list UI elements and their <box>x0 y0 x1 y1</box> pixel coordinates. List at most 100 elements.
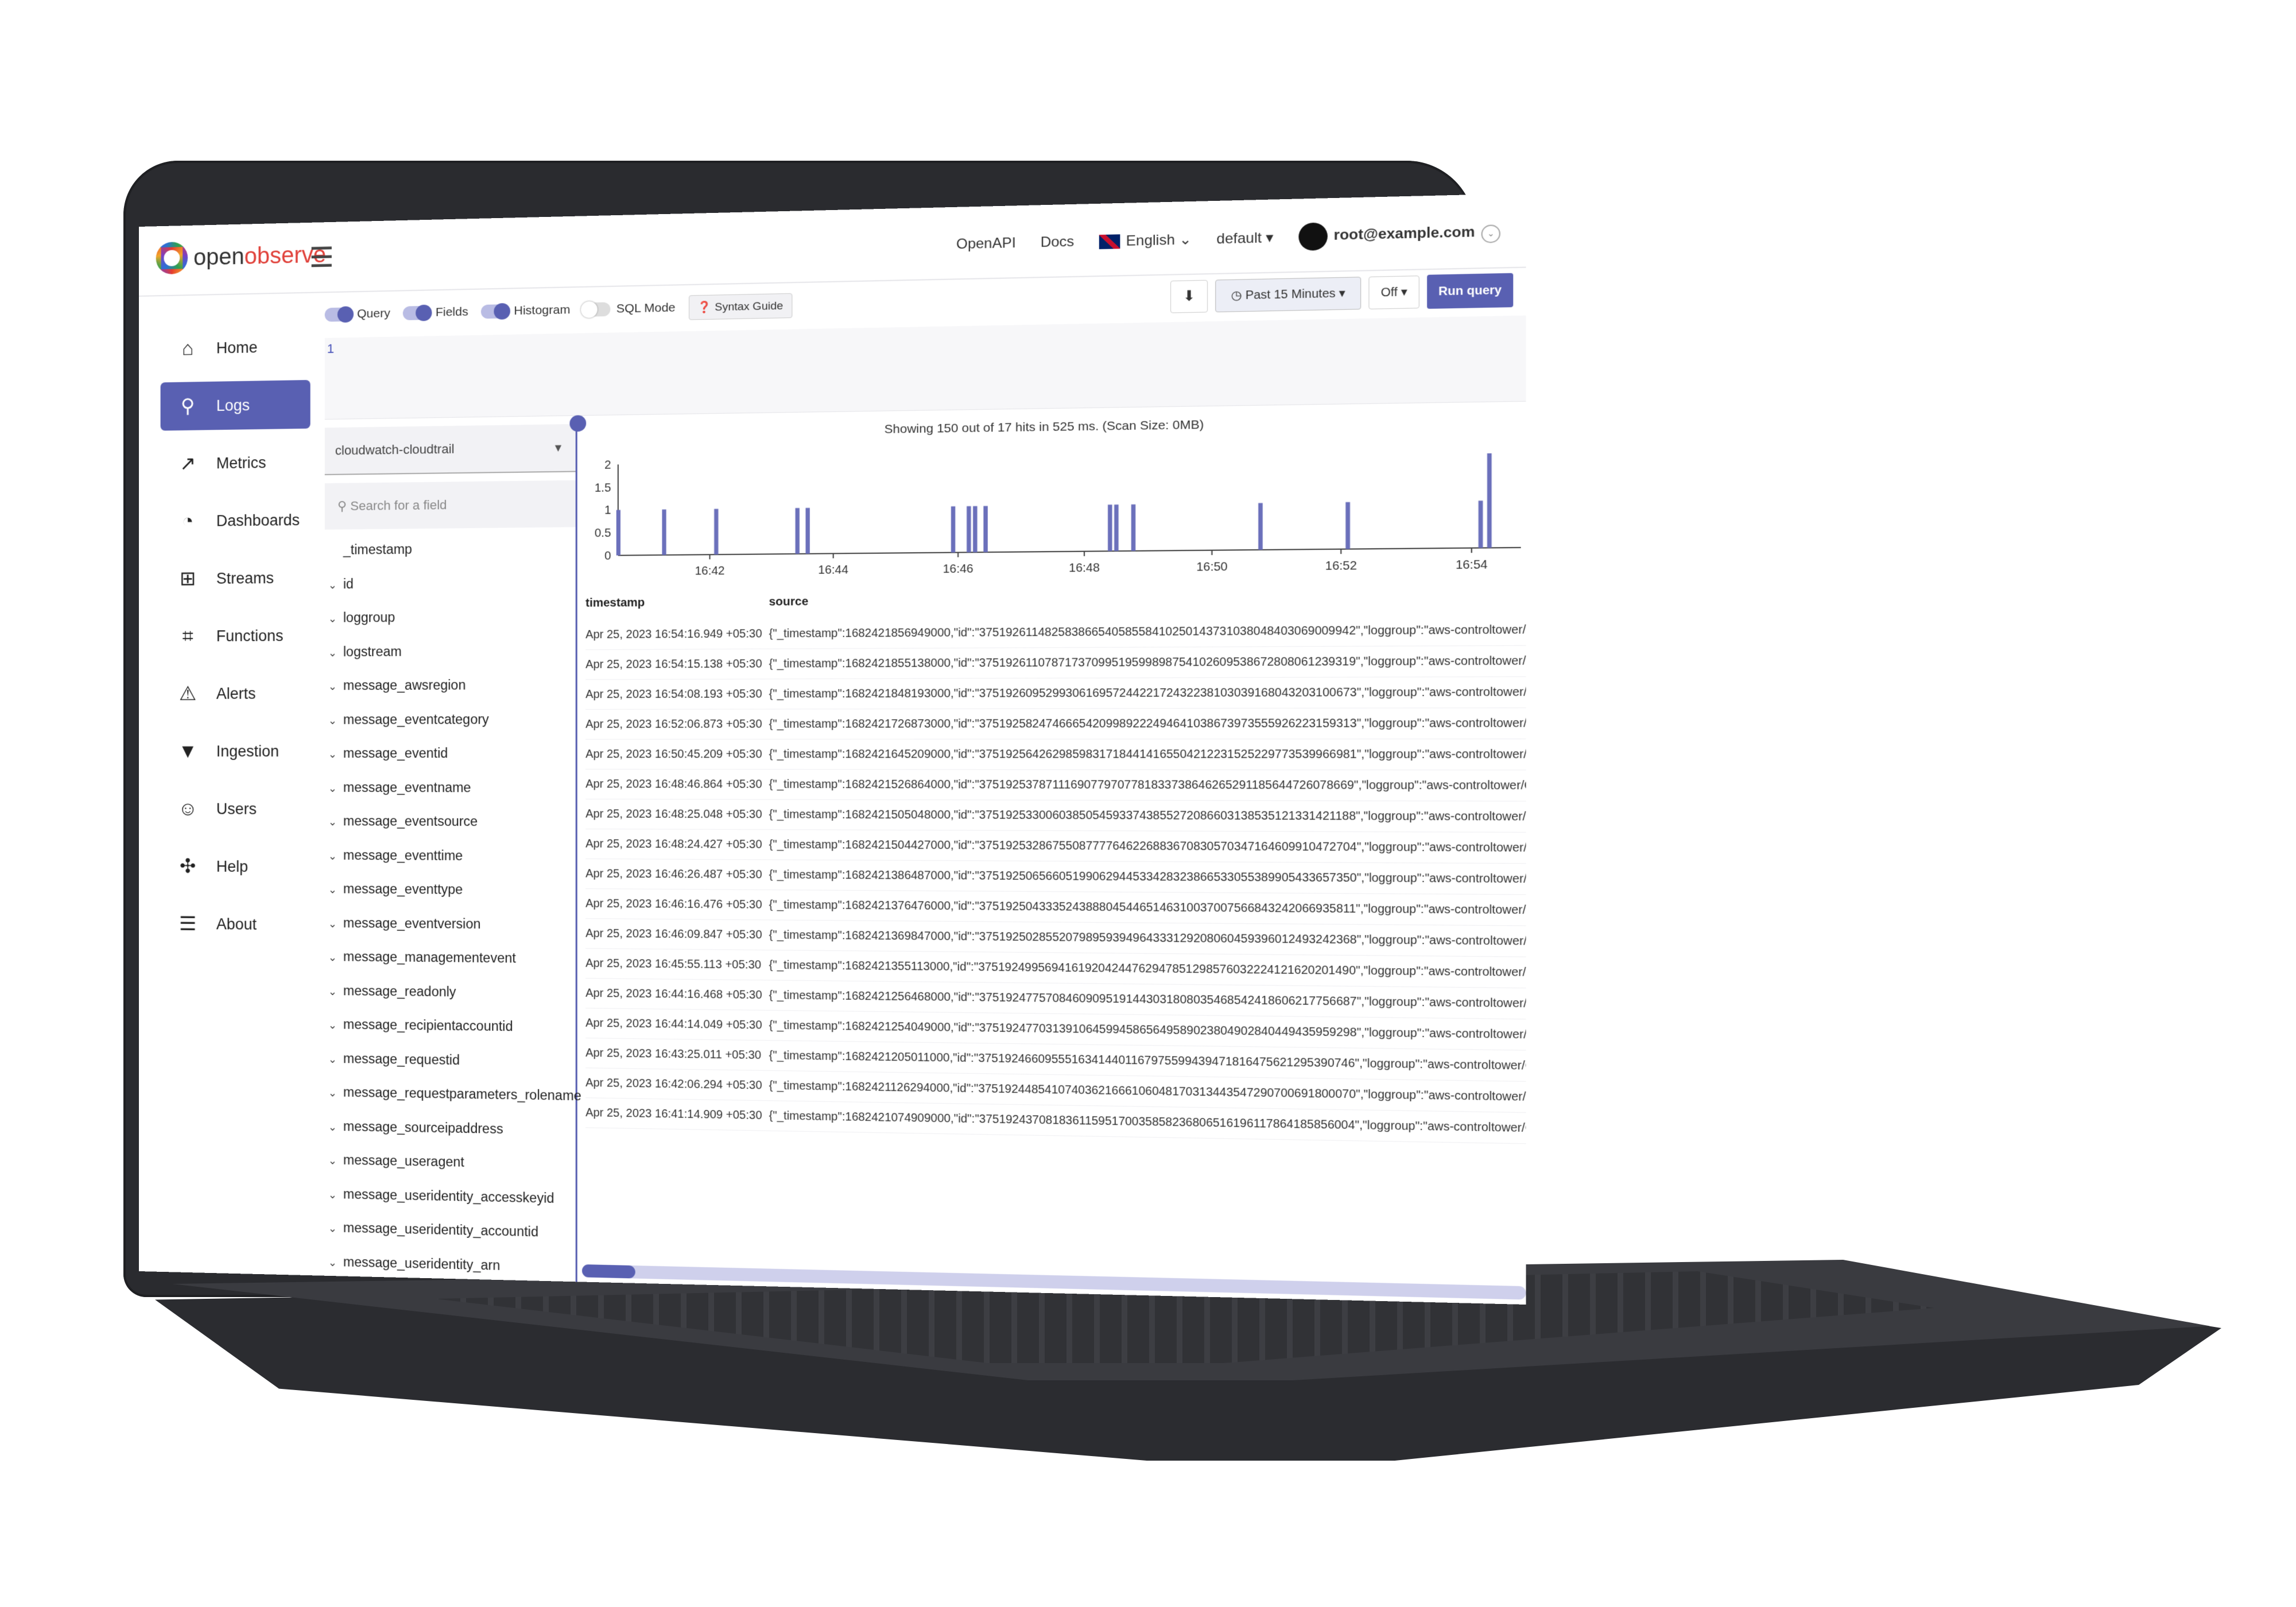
x-tick-label: 16:46 <box>943 562 974 576</box>
field-item[interactable]: ⌄ message_requestparameters_rolename <box>325 1075 581 1113</box>
avatar-icon <box>1298 222 1328 251</box>
sidebar-item-logs[interactable]: ⚲ Logs <box>160 379 311 431</box>
toolbar-right: ⬇ ◷ Past 15 Minutes ▾ Off ▾ Run query <box>1170 273 1514 314</box>
sql-mode-toggle[interactable]: SQL Mode <box>583 301 676 317</box>
field-item[interactable]: ⌄ message_useragent <box>325 1143 576 1182</box>
field-item[interactable]: ⌄ message_requestid <box>325 1041 576 1078</box>
refresh-interval-select[interactable]: Off ▾ <box>1368 275 1420 309</box>
field-name: id <box>343 576 354 591</box>
field-item[interactable]: ⌄ message_useridentity_accesskeyid <box>325 1177 576 1216</box>
field-item[interactable]: ⌄ message_eventname <box>325 770 576 805</box>
sidebar-item-dashboards[interactable]: ◔ Dashboards <box>161 496 311 546</box>
field-item[interactable]: ⌄ id <box>325 565 576 601</box>
expand-chevron-icon: ⌄ <box>328 612 337 625</box>
sidebar-item-help[interactable]: ✣ Help <box>161 842 311 891</box>
menu-icon[interactable]: ☰ <box>309 242 334 273</box>
sidebar: ⌂ Home ⚲ Logs ↗ Metrics ◔ Dashboards ⊞ Stream… <box>139 293 316 1277</box>
search-icon: ⚲ <box>337 498 347 514</box>
sidebar-item-ingestion[interactable]: ▼ Ingestion <box>161 727 311 776</box>
col-timestamp[interactable]: timestamp <box>585 595 769 620</box>
openapi-link[interactable]: OpenAPI <box>956 235 1016 253</box>
table-row[interactable]: Apr 25, 2023 16:54:08.193 +05:30 {"_times… <box>585 677 1526 710</box>
field-item[interactable]: ⌄ message_eventtime <box>325 838 576 873</box>
field-item[interactable]: ⌄ message_eventversion <box>325 906 576 942</box>
field-item[interactable]: ⌄ message_managementevent <box>325 940 576 976</box>
table-row[interactable]: Apr 25, 2023 16:50:45.209 +05:30 {"_times… <box>585 739 1526 771</box>
histogram-toggle[interactable]: Histogram <box>481 303 570 319</box>
time-range-picker[interactable]: ◷ Past 15 Minutes ▾ <box>1215 277 1362 313</box>
row-source: {"_timestamp":1682421386487000,"id":"375… <box>769 868 1526 886</box>
sidebar-item-alerts[interactable]: ⚠ Alerts <box>161 669 311 718</box>
table-row[interactable]: Apr 25, 2023 16:54:15.138 +05:30 {"_times… <box>585 646 1526 680</box>
results-table: Apr 25, 2023 16:54:16.949 +05:30 {"_times… <box>585 614 1526 1144</box>
gauge-icon: ◔ <box>181 510 194 532</box>
row-source: {"_timestamp":1682421645209000,"id":"375… <box>769 747 1526 762</box>
col-source[interactable]: source <box>769 595 809 619</box>
hits-summary: Showing 150 out of 17 hits in 525 ms. (S… <box>884 418 1204 436</box>
row-timestamp: Apr 25, 2023 16:46:09.847 +05:30 <box>585 927 762 942</box>
expand-chevron-icon: ⌄ <box>328 1121 337 1133</box>
chevron-down-icon: ⌄ <box>1481 224 1500 244</box>
field-name: message_eventsource <box>343 813 478 829</box>
histogram-bar <box>714 509 719 555</box>
field-item[interactable]: ⌄ message_useridentity_accountid <box>325 1210 576 1250</box>
field-search-input[interactable]: ⚲ Search for a field <box>324 480 576 530</box>
toggle-switch <box>403 305 430 321</box>
x-axis-line <box>618 548 1521 556</box>
results-area: Showing 150 out of 17 hits in 525 ms. (S… <box>580 407 1526 1305</box>
sidebar-item-home[interactable]: ⌂ Home <box>161 322 311 373</box>
field-item[interactable]: ⌄ message_readonly <box>325 973 576 1010</box>
histogram-bar <box>662 509 666 556</box>
line-number: 1 <box>327 341 335 356</box>
field-name: message_useragent <box>343 1152 464 1170</box>
field-item[interactable]: ⌄ loggroup <box>325 599 576 635</box>
chevron-down-icon: ⌄ <box>1179 231 1192 248</box>
field-item[interactable]: ⌄ message_awsregion <box>325 667 576 702</box>
field-item[interactable]: ⌄ message_recipientaccountid <box>325 1007 576 1045</box>
expand-chevron-icon: ⌄ <box>328 748 337 760</box>
field-name: message_eventtime <box>343 847 463 863</box>
user-menu[interactable]: root@example.com ⌄ <box>1298 219 1500 251</box>
row-timestamp: Apr 25, 2023 16:48:25.048 +05:30 <box>585 808 762 821</box>
row-timestamp: Apr 25, 2023 16:43:25.011 +05:30 <box>585 1046 762 1062</box>
field-item[interactable]: ⌄ message_eventtype <box>325 872 576 907</box>
field-item[interactable]: _timestamp <box>325 531 576 567</box>
field-item[interactable]: ⌄ message_eventid <box>325 736 576 771</box>
download-button[interactable]: ⬇ <box>1170 280 1208 313</box>
app-logo[interactable]: openobserve <box>156 238 326 275</box>
docs-link[interactable]: Docs <box>1041 234 1075 251</box>
scrollbar-thumb[interactable] <box>581 1264 635 1279</box>
row-timestamp: Apr 25, 2023 16:42:06.294 +05:30 <box>585 1076 762 1092</box>
histogram-bar <box>795 508 800 554</box>
table-row[interactable]: Apr 25, 2023 16:54:16.949 +05:30 {"_times… <box>585 614 1526 650</box>
sidebar-item-about[interactable]: ☰ About <box>161 899 311 949</box>
field-item[interactable]: ⌄ message_eventsource <box>325 804 576 839</box>
field-name: message_eventcategory <box>343 711 489 727</box>
table-row[interactable]: Apr 25, 2023 16:48:24.427 +05:30 {"_times… <box>585 829 1526 864</box>
table-row[interactable]: Apr 25, 2023 16:48:25.048 +05:30 {"_times… <box>585 799 1526 833</box>
run-query-button[interactable]: Run query <box>1427 273 1514 309</box>
sidebar-item-functions[interactable]: ⌗ Functions <box>161 611 311 661</box>
stream-select[interactable]: cloudwatch-cloudtrail <box>324 424 576 475</box>
org-select[interactable]: default ▾ <box>1216 229 1273 248</box>
row-source: {"_timestamp":1682421848193000,"id":"375… <box>769 685 1526 701</box>
language-select[interactable]: English ⌄ <box>1099 231 1192 250</box>
query-editor[interactable]: 1 <box>324 315 1526 420</box>
user-icon: ☺ <box>177 797 198 820</box>
histogram-bar <box>1258 503 1263 550</box>
table-row[interactable]: Apr 25, 2023 16:52:06.873 +05:30 {"_times… <box>585 708 1526 740</box>
sidebar-item-metrics[interactable]: ↗ Metrics <box>161 438 311 488</box>
fields-toggle[interactable]: Fields <box>403 305 468 321</box>
field-item[interactable]: ⌄ message_sourceipaddress <box>325 1109 576 1147</box>
field-item[interactable]: ⌄ logstream <box>325 634 576 669</box>
expand-chevron-icon: ⌄ <box>328 1222 337 1235</box>
histogram-bar <box>1108 504 1112 552</box>
x-tick-label: 16:44 <box>818 564 848 577</box>
sidebar-item-users[interactable]: ☺ Users <box>161 785 311 833</box>
table-row[interactable]: Apr 25, 2023 16:48:46.864 +05:30 {"_times… <box>585 769 1526 802</box>
sidebar-item-streams[interactable]: ⊞ Streams <box>161 553 311 603</box>
syntax-guide-button[interactable]: ❓ Syntax Guide <box>688 293 792 320</box>
row-timestamp: Apr 25, 2023 16:54:15.138 +05:30 <box>585 657 762 671</box>
field-item[interactable]: ⌄ message_eventcategory <box>325 702 576 736</box>
query-toggle[interactable]: Query <box>324 306 390 322</box>
